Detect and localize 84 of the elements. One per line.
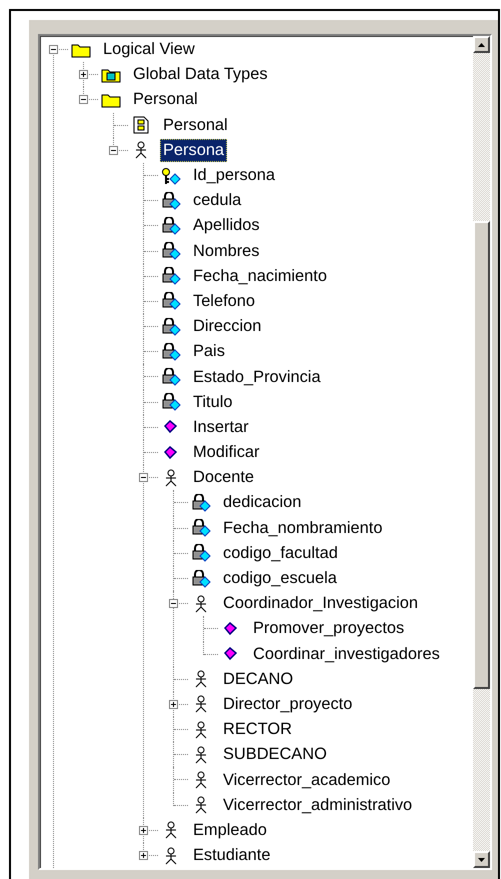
tree-item[interactable]: codigo_facultad [220,542,341,565]
tree-item[interactable]: dedicacion [220,491,304,514]
tree-item[interactable]: Telefono [190,290,258,313]
diamond-icon [224,647,238,662]
stick-figure-icon [194,746,208,764]
plus-icon [80,71,87,78]
lock-icon [161,292,181,310]
plus-icon [170,700,177,708]
collapse-toggle[interactable] [49,45,58,54]
expand-toggle[interactable] [139,826,148,835]
tree-item[interactable]: RECTOR [220,718,295,742]
scroll-up-button[interactable] [473,36,490,53]
tree-item[interactable]: Fecha_nombramiento [220,516,386,540]
lock-icon [161,393,181,412]
tree-item[interactable]: Apellidos [190,214,263,238]
plus-icon [140,826,147,834]
lock-icon [161,242,181,260]
tree-item[interactable]: Persona [160,138,228,162]
tree-item[interactable]: Modificar [190,441,262,464]
tree-item[interactable]: Pais [190,340,228,364]
tree-item[interactable]: Director_proyecto [220,692,356,716]
collapse-toggle[interactable] [169,599,178,608]
folder-with-box-icon [101,66,121,83]
scroll-down-button[interactable] [473,851,490,868]
lock-icon [191,519,211,538]
tree-item[interactable]: Titulo [190,390,236,414]
collapse-toggle[interactable] [79,95,88,104]
folder-icon [71,42,91,58]
tree-item[interactable]: DECANO [220,668,296,691]
diamond-icon [164,420,178,434]
tree-item[interactable]: Empleado [190,818,270,842]
down-arrow-icon [478,858,485,862]
tree-item[interactable]: Direccion [190,315,264,338]
diamond-icon [224,622,238,636]
lock-icon [161,267,181,286]
collapse-toggle[interactable] [109,146,118,155]
tree-item[interactable]: Personal [160,114,231,137]
tree-item[interactable]: SUBDECANO [220,743,330,766]
up-arrow-icon [478,42,485,46]
tree-item[interactable]: Docente [190,466,258,490]
tree-item[interactable]: Global Data Types [130,63,271,86]
stick-figure-icon [164,846,178,865]
lock-icon [161,318,181,336]
stick-figure-icon [194,796,208,814]
plus-icon [140,852,147,860]
stick-figure-icon [194,720,208,739]
tree-item[interactable]: cedula [190,189,244,212]
stick-figure-icon [164,821,178,840]
scrollbar[interactable] [473,36,490,868]
tree-item[interactable]: Vicerrector_academico [220,768,394,792]
tree-item[interactable]: Coordinar_investigadores [250,642,443,666]
stick-figure-icon [194,594,208,613]
stick-figure-icon [194,670,208,688]
diamond-icon [164,446,178,460]
tree-item[interactable]: Coordinador_Investigacion [220,592,421,616]
tree-item[interactable]: Logical View [100,38,198,62]
stick-figure-icon [194,695,208,714]
scroll-thumb[interactable] [473,221,490,689]
lock-icon [161,192,181,210]
folder-icon [101,92,121,108]
stick-figure-icon [194,771,208,790]
stick-figure-icon [134,141,148,160]
stick-figure-icon [164,468,178,487]
tree-item[interactable]: Nombres [190,240,262,263]
tree-item[interactable]: Personal [130,88,201,112]
lock-icon [191,570,211,588]
lock-icon [161,216,181,235]
tree-item[interactable]: Estudiante [190,844,274,868]
tree-item[interactable]: Vicerrector_administrativo [220,794,416,817]
expand-toggle[interactable] [139,851,148,860]
expand-toggle[interactable] [169,700,178,709]
lock-icon [161,368,181,386]
lock-icon [191,494,211,512]
key-icon [161,166,181,185]
tree-item[interactable]: Promover_proyectos [250,617,408,640]
tree-item[interactable]: Fecha_nacimiento [190,264,330,288]
tree-item[interactable]: Id_persona [190,164,278,188]
tree-item[interactable]: Estado_Provincia [190,366,324,389]
expand-toggle[interactable] [79,70,88,80]
lock-icon [191,544,211,562]
tree-item[interactable]: Insertar [190,416,252,439]
tree-item[interactable]: codigo_escuela [220,567,340,590]
lock-icon [161,342,181,361]
collapse-toggle[interactable] [139,473,148,482]
